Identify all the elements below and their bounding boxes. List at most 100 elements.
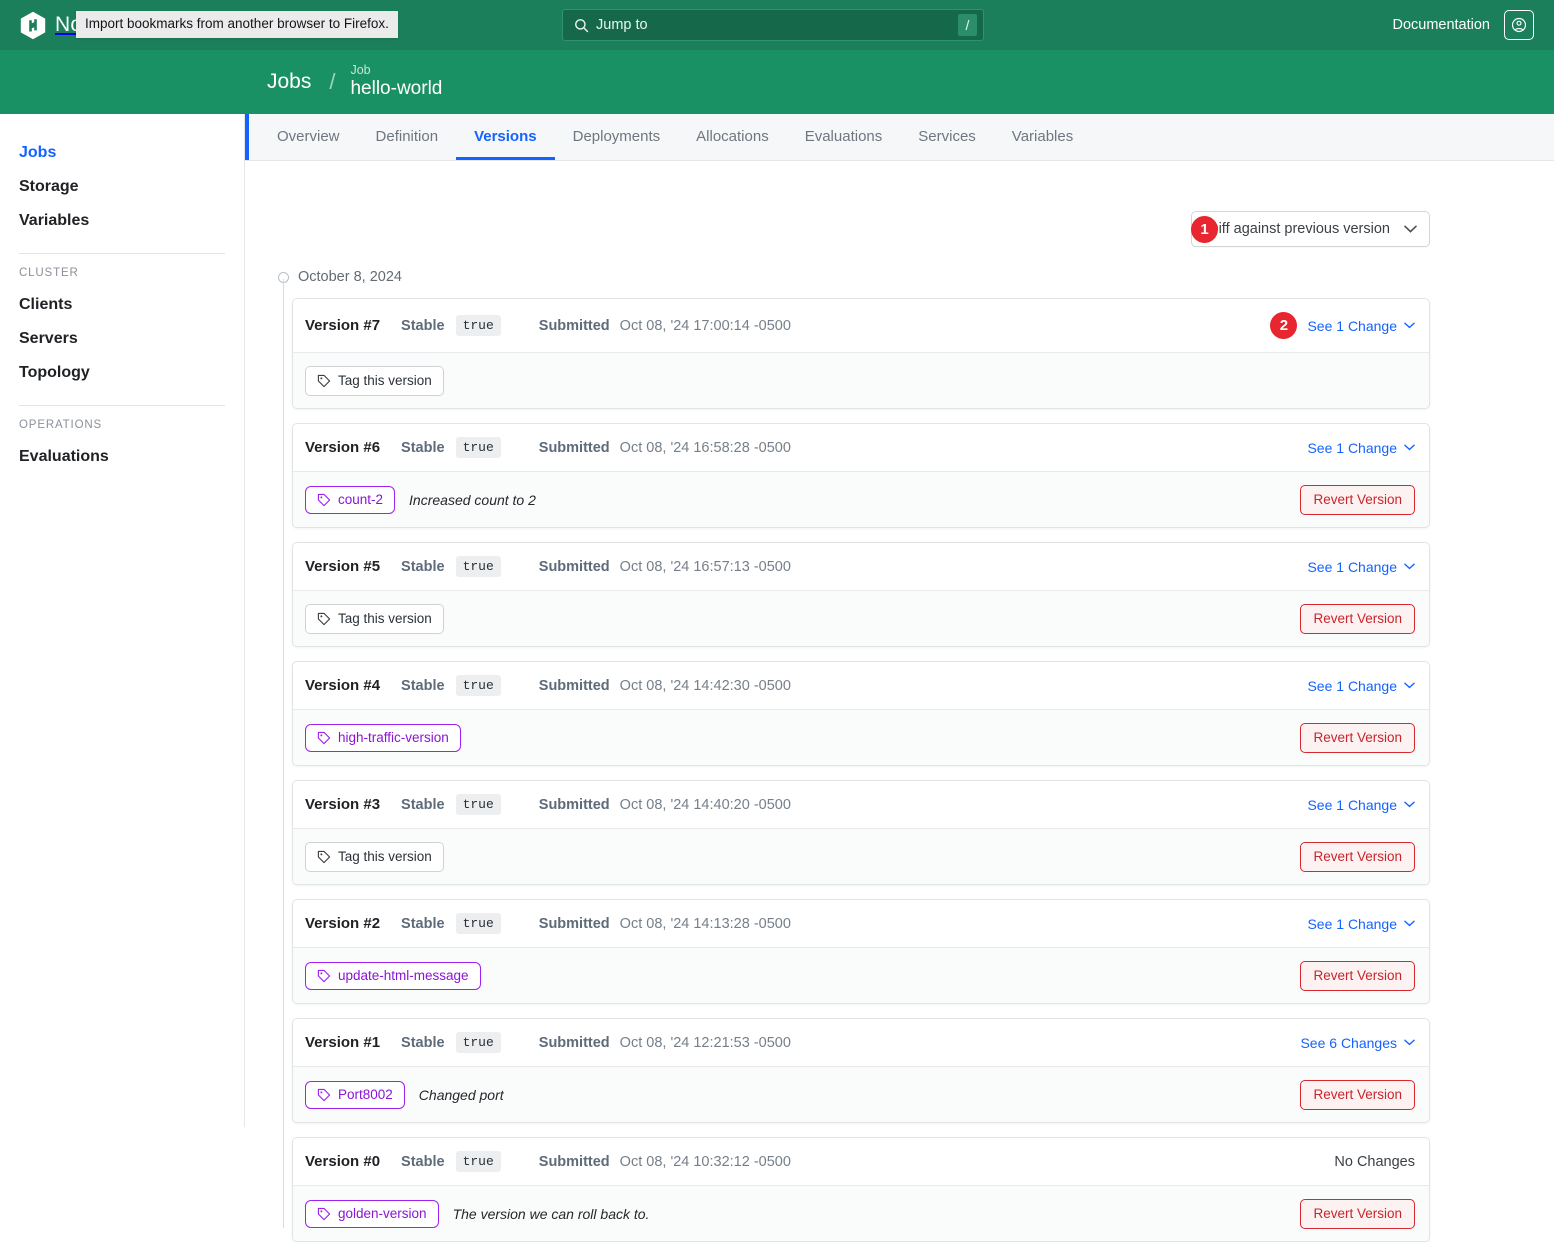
tab-services[interactable]: Services <box>900 129 994 160</box>
version-tag-chip[interactable]: high-traffic-version <box>305 723 461 752</box>
stable-label: Stable <box>401 439 445 456</box>
submitted-label: Submitted <box>538 558 610 575</box>
see-changes-link[interactable]: See 1 Change <box>1307 678 1415 694</box>
version-tag-note: Increased count to 2 <box>409 491 536 508</box>
chevron-down-icon <box>1404 682 1415 689</box>
versions-panel: 1 Diff against previous version October … <box>245 161 1554 1242</box>
revert-version-button[interactable]: Revert Version <box>1300 722 1415 753</box>
tag-this-version-button[interactable]: Tag this version <box>305 365 444 396</box>
see-changes-label: See 1 Change <box>1307 796 1397 813</box>
version-tag-chip[interactable]: Port8002 <box>305 1080 405 1109</box>
submitted-timestamp: Oct 08, '24 17:00:14 -0500 <box>619 317 791 334</box>
version-number: Version #2 <box>305 915 381 932</box>
version-tag-name: Port8002 <box>338 1087 393 1102</box>
revert-version-button[interactable]: Revert Version <box>1300 960 1415 991</box>
versions-toolbar: 1 Diff against previous version <box>278 209 1430 249</box>
tab-deployments[interactable]: Deployments <box>555 129 679 160</box>
revert-version-button[interactable]: Revert Version <box>1300 841 1415 872</box>
see-changes-link[interactable]: See 1 Change <box>1307 559 1415 575</box>
tag-this-version-label: Tag this version <box>338 849 432 864</box>
revert-version-button[interactable]: Revert Version <box>1300 1079 1415 1110</box>
version-card-header: Version #1 Stable true Submitted Oct 08, '24… <box>293 1019 1429 1066</box>
see-changes-link[interactable]: See 1 Change <box>1307 797 1415 813</box>
see-changes-link[interactable]: See 1 Change <box>1307 318 1415 334</box>
breadcrumb-band: Jobs / Job hello-world <box>0 50 1554 114</box>
see-changes-link[interactable]: See 1 Change <box>1307 440 1415 456</box>
sidebar-item-storage[interactable]: Storage <box>0 170 244 204</box>
revert-version-button[interactable]: Revert Version <box>1300 603 1415 634</box>
version-card-header: Version #0 Stable true Submitted Oct 08, '24… <box>293 1138 1429 1185</box>
tag-icon <box>317 612 331 625</box>
tag-this-version-button[interactable]: Tag this version <box>305 841 444 872</box>
sidebar-item-jobs[interactable]: Jobs <box>0 136 244 170</box>
version-number: Version #1 <box>305 1034 381 1051</box>
tab-allocations[interactable]: Allocations <box>678 129 787 160</box>
version-card: Version #1 Stable true Submitted Oct 08, '24… <box>292 1018 1430 1123</box>
diff-against-select[interactable]: Diff against previous version <box>1191 211 1430 247</box>
tab-evaluations[interactable]: Evaluations <box>787 129 901 160</box>
revert-version-button[interactable]: Revert Version <box>1300 1198 1415 1229</box>
sidebar-item-evaluations[interactable]: Evaluations <box>0 440 244 474</box>
version-tag-chip[interactable]: update-html-message <box>305 961 481 990</box>
see-changes-link[interactable]: See 6 Changes <box>1300 1035 1415 1051</box>
sidebar-heading-operations: OPERATIONS <box>19 419 103 431</box>
submitted-label: Submitted <box>538 677 610 694</box>
submitted-timestamp: Oct 08, '24 10:32:12 -0500 <box>619 1153 791 1170</box>
tag-this-version-label: Tag this version <box>338 373 432 388</box>
submitted-label: Submitted <box>538 317 610 334</box>
version-list: Version #7 Stable true Submitted Oct 08, '24… <box>292 298 1430 1242</box>
version-tag-chip[interactable]: count-2 <box>305 485 396 514</box>
revert-version-label: Revert Version <box>1313 730 1402 745</box>
global-search[interactable]: Jump to / <box>562 9 984 41</box>
submitted-timestamp: Oct 08, '24 16:57:13 -0500 <box>619 558 791 575</box>
version-header-actions: See 1 Change <box>1307 797 1415 813</box>
revert-version-button[interactable]: Revert Version <box>1300 484 1415 515</box>
tag-icon <box>317 969 331 982</box>
sidebar-item-servers[interactable]: Servers <box>0 322 244 356</box>
tab-overview[interactable]: Overview <box>259 129 358 160</box>
sidebar-item-topology[interactable]: Topology <box>0 356 244 390</box>
see-changes-label: See 1 Change <box>1307 439 1397 456</box>
sidebar-item-variables[interactable]: Variables <box>0 204 244 238</box>
sidebar-divider <box>19 405 225 406</box>
profile-button[interactable] <box>1504 10 1534 40</box>
stable-label: Stable <box>401 796 445 813</box>
version-number: Version #7 <box>305 317 381 334</box>
chevron-down-icon <box>1404 225 1417 233</box>
tag-icon <box>317 850 331 863</box>
chevron-down-icon <box>1404 920 1415 927</box>
stable-value: true <box>455 437 501 458</box>
version-header-actions: 2 See 1 Change <box>1270 312 1415 339</box>
tag-this-version-button[interactable]: Tag this version <box>305 603 444 634</box>
version-card-header: Version #2 Stable true Submitted Oct 08, '24… <box>293 900 1429 947</box>
job-tabs: Overview Definition Versions Deployments All… <box>245 114 1554 161</box>
tab-definition[interactable]: Definition <box>358 129 457 160</box>
tab-variables[interactable]: Variables <box>994 129 1091 160</box>
stable-label: Stable <box>401 1034 445 1051</box>
timeline-node-icon <box>278 271 289 283</box>
submitted-label: Submitted <box>538 915 610 932</box>
breadcrumb-kind-label: Job <box>350 63 371 78</box>
tag-icon <box>317 493 331 506</box>
version-card-footer: update-html-message Revert Version <box>293 947 1429 1003</box>
topbar-right-group: Documentation <box>1392 10 1534 40</box>
version-number: Version #4 <box>305 677 381 694</box>
version-card-footer: Tag this version Revert Version <box>293 828 1429 884</box>
version-tag-chip[interactable]: golden-version <box>305 1199 439 1228</box>
see-changes-link[interactable]: See 1 Change <box>1307 916 1415 932</box>
documentation-link[interactable]: Documentation <box>1392 17 1490 33</box>
search-input[interactable]: Jump to / <box>562 9 984 41</box>
version-header-actions: See 1 Change <box>1307 916 1415 932</box>
tab-versions[interactable]: Versions <box>456 129 555 160</box>
revert-version-label: Revert Version <box>1313 968 1402 983</box>
sidebar-item-clients[interactable]: Clients <box>0 288 244 322</box>
annotation-badge-1: 1 <box>1191 216 1218 243</box>
breadcrumb-jobs-link[interactable]: Jobs <box>267 70 311 94</box>
version-card-footer: Port8002 Changed port Revert Version <box>293 1066 1429 1122</box>
revert-version-label: Revert Version <box>1313 849 1402 864</box>
version-card-header: Version #6 Stable true Submitted Oct 08, '24… <box>293 424 1429 471</box>
chevron-down-icon <box>1404 444 1415 451</box>
version-card: Version #3 Stable true Submitted Oct 08, '24… <box>292 780 1430 885</box>
submitted-timestamp: Oct 08, '24 12:21:53 -0500 <box>619 1034 791 1051</box>
version-number: Version #5 <box>305 558 381 575</box>
